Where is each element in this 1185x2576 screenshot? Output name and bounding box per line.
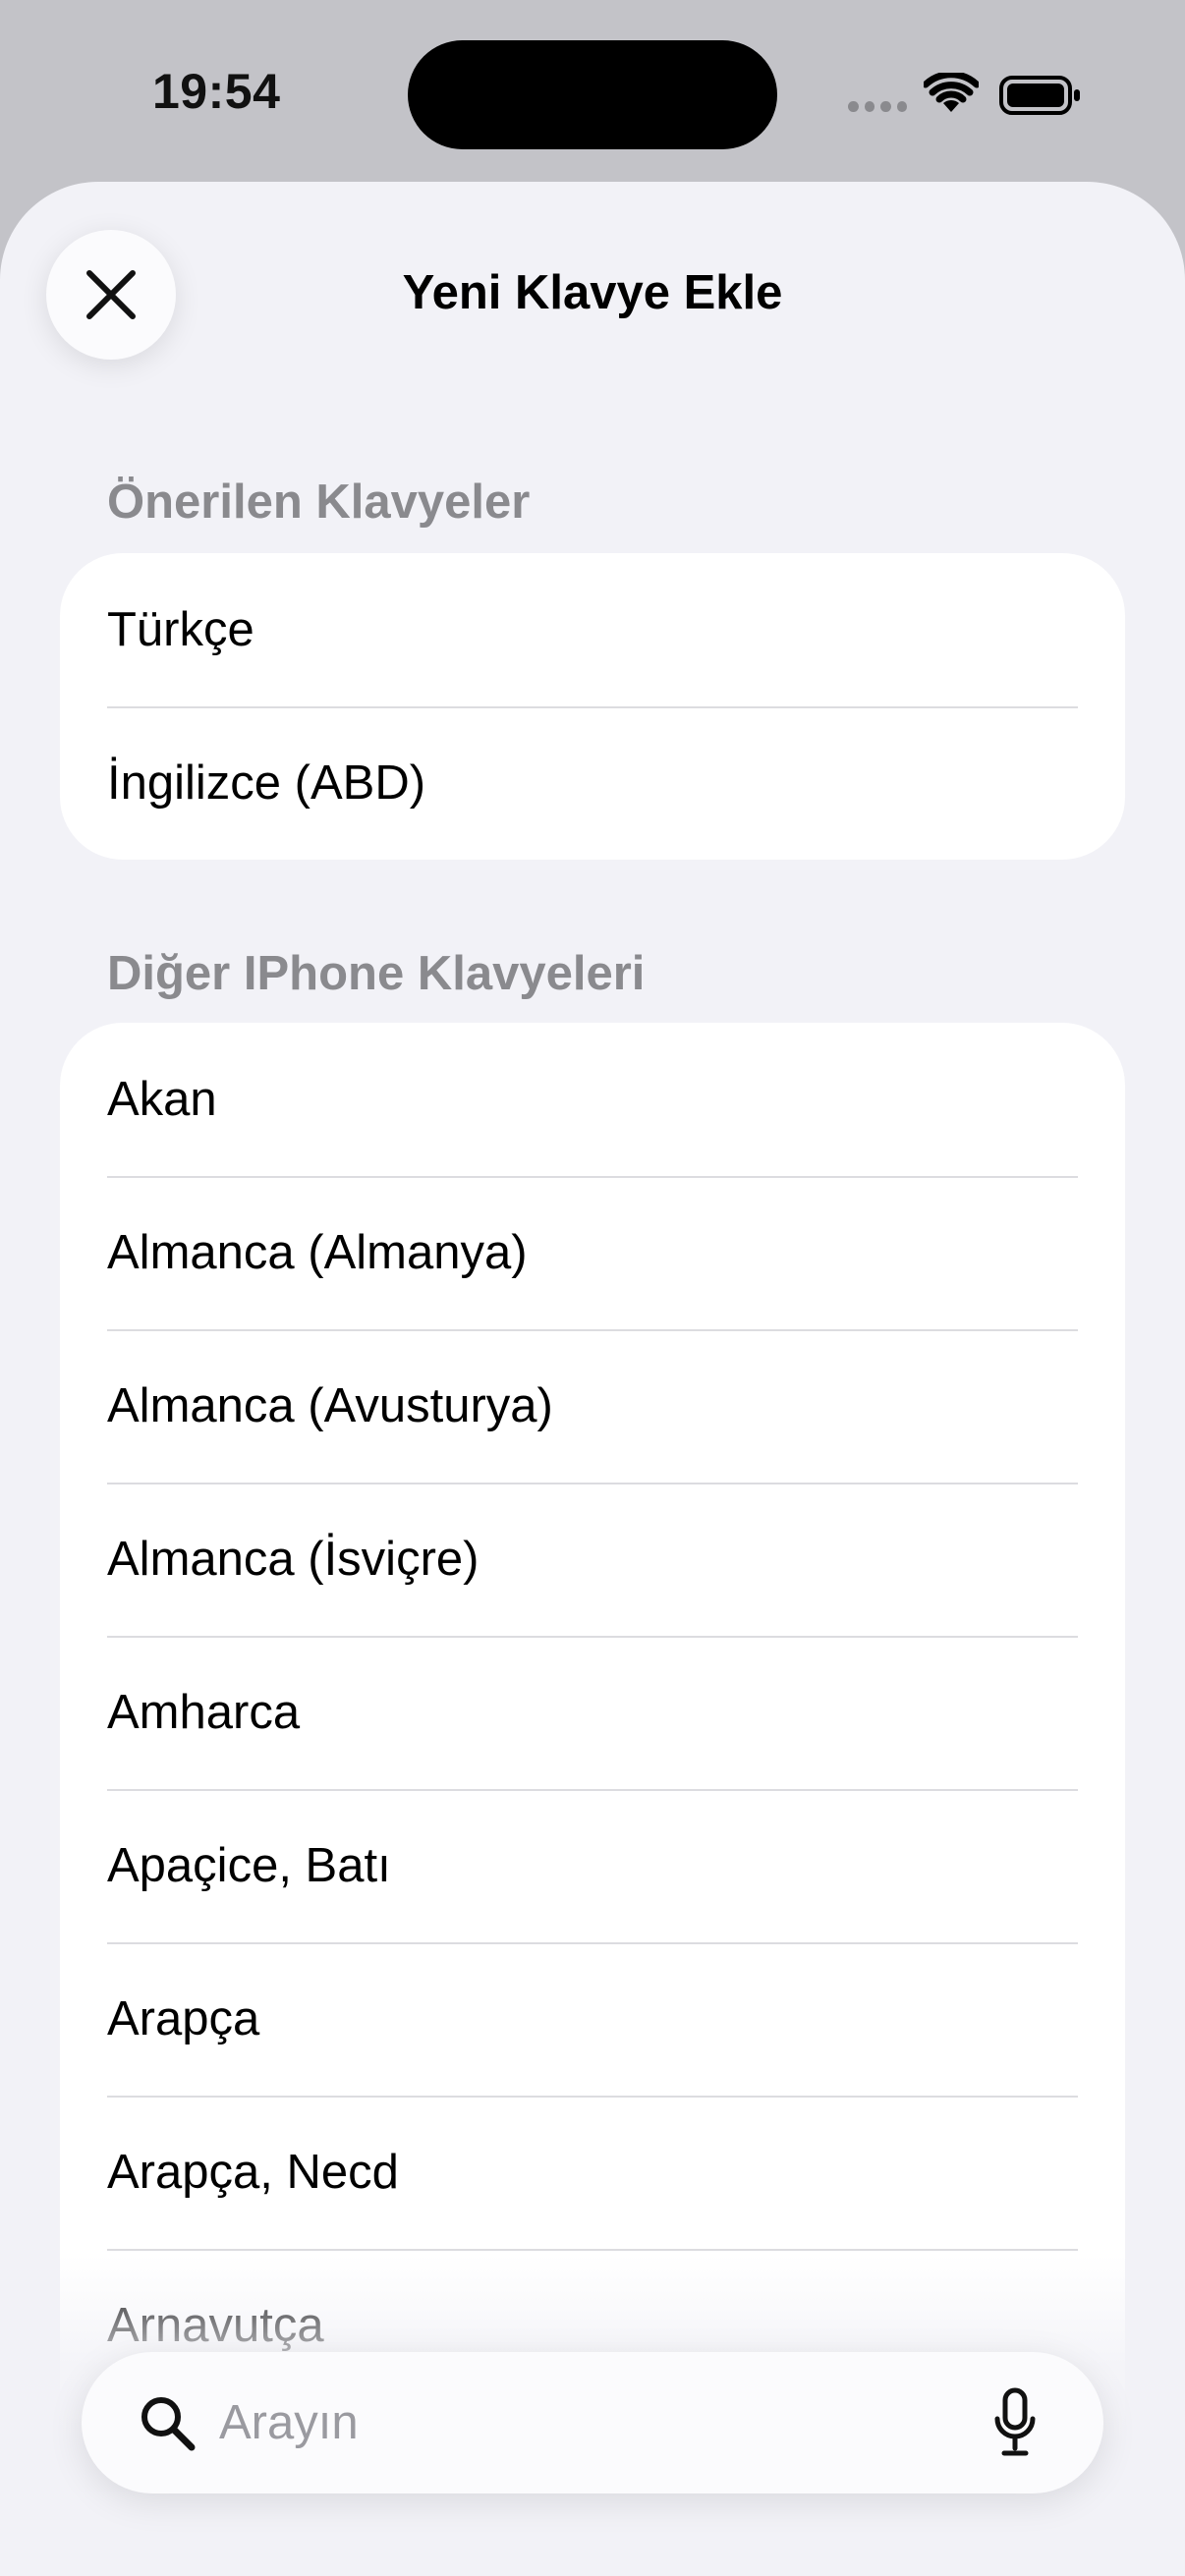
add-keyboard-sheet: Yeni Klavye Ekle Önerilen Klavyeler Türk… (0, 182, 1185, 2576)
suggested-keyboards-list: Türkçe İngilizce (ABD) (60, 553, 1125, 860)
list-item-label: Akan (107, 1073, 217, 1126)
list-item[interactable]: Akan (60, 1023, 1125, 1176)
battery-icon (999, 76, 1080, 115)
list-item[interactable]: Türkçe (60, 553, 1125, 706)
screen: 19:54 Yeni Klavye Ekle Önerilen Klavyele… (0, 0, 1185, 2576)
list-item[interactable]: Almanca (Avusturya) (60, 1329, 1125, 1483)
list-item[interactable]: Apaçice, Batı (60, 1789, 1125, 1942)
dynamic-island (408, 40, 777, 149)
search-input[interactable] (219, 2381, 1025, 2464)
signal-dots-icon (848, 101, 907, 115)
list-item-label: Almanca (İsviçre) (107, 1533, 480, 1586)
other-keyboards-list: Akan Almanca (Almanya) Almanca (Avustury… (60, 1023, 1125, 2576)
list-item-label: Türkçe (107, 603, 254, 656)
wifi-icon (924, 73, 979, 112)
suggested-keyboards-header: Önerilen Klavyeler (107, 476, 531, 529)
sheet-title: Yeni Klavye Ekle (402, 266, 783, 319)
search-bar[interactable] (82, 2352, 1103, 2493)
list-item-label: Almanca (Almanya) (107, 1226, 528, 1279)
status-time: 19:54 (152, 64, 281, 119)
list-item[interactable]: Amharca (60, 1636, 1125, 1789)
list-item-label: Arnavutça (107, 2299, 324, 2352)
list-item-label: Apaçice, Batı (107, 1839, 391, 1892)
list-item[interactable]: Almanca (İsviçre) (60, 1483, 1125, 1636)
list-item[interactable]: Arapça (60, 1942, 1125, 2096)
other-keyboards-header: Diğer IPhone Klavyeleri (107, 947, 646, 1000)
list-item-label: Almanca (Avusturya) (107, 1379, 553, 1432)
list-item-label: Amharca (107, 1686, 301, 1739)
list-item-label: Arapça (107, 1992, 260, 2045)
list-item-label: İngilizce (ABD) (107, 756, 426, 810)
list-item[interactable]: Almanca (Almanya) (60, 1176, 1125, 1329)
microphone-icon[interactable] (993, 2387, 1037, 2458)
list-item-label: Arapça, Necd (107, 2146, 399, 2199)
list-item[interactable]: İngilizce (ABD) (60, 706, 1125, 860)
list-item[interactable]: Arapça, Necd (60, 2096, 1125, 2249)
search-icon (141, 2397, 196, 2451)
